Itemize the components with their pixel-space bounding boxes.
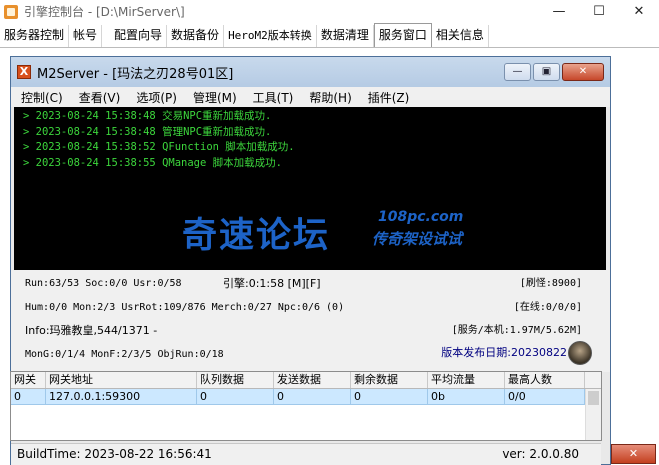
cell-queue-data: 0 bbox=[197, 389, 274, 404]
cell-max-players: 0/0 bbox=[505, 389, 585, 404]
table-row[interactable]: 0 127.0.0.1:59300 0 0 0 0b 0/0 bbox=[11, 389, 585, 405]
cell-gateway: 0 bbox=[11, 389, 46, 404]
release-date-value: 20230822 bbox=[511, 346, 567, 359]
gateway-table-header: 网关 网关地址 队列数据 发送数据 剩余数据 平均流量 最高人数 bbox=[11, 372, 601, 389]
engine-uptime: 引擎:0:1:58 [M][F] bbox=[223, 277, 321, 290]
tab-data-backup[interactable]: 数据备份 bbox=[167, 25, 225, 47]
status-run-line: Run:63/53 Soc:0/0 Usr:0/58 bbox=[25, 278, 182, 289]
tab-config-wizard[interactable]: 配置向导 bbox=[102, 25, 168, 47]
log-line: > 2023-08-24 15:38:48 管理NPC重新加载成功. bbox=[23, 125, 272, 138]
tab-data-clean[interactable]: 数据清理 bbox=[317, 25, 374, 47]
menu-options[interactable]: 选项(P) bbox=[128, 89, 185, 106]
menu-control[interactable]: 控制(C) bbox=[13, 89, 71, 106]
refresh-monster-count: [刷怪:8900] bbox=[519, 278, 582, 289]
watermark-slogan-text: 传奇架设试试 bbox=[372, 230, 463, 248]
m2-menu-bar: 控制(C) 查看(V) 选项(P) 管理(M) 工具(T) 帮助(H) 插件(Z… bbox=[11, 87, 610, 107]
avatar-icon bbox=[568, 341, 592, 365]
cell-gateway-address: 127.0.0.1:59300 bbox=[46, 389, 197, 404]
version-label: ver: 2.0.0.80 bbox=[502, 447, 579, 461]
cell-average-traffic: 0b bbox=[428, 389, 505, 404]
column-header-gateway[interactable]: 网关 bbox=[11, 372, 46, 388]
menu-manage[interactable]: 管理(M) bbox=[185, 89, 245, 106]
outer-tab-strip: 服务器控制 帐号 配置向导 数据备份 HeroM2版本转换 数据清理 服务窗口 … bbox=[0, 23, 659, 48]
scrollbar-thumb[interactable] bbox=[588, 391, 599, 405]
status-mong-line: MonG:0/1/4 MonF:2/3/5 ObjRun:0/18 bbox=[25, 349, 224, 360]
online-count: [在线:0/0/0] bbox=[513, 302, 582, 313]
tab-related-info[interactable]: 相关信息 bbox=[432, 25, 489, 47]
column-header-send-data[interactable]: 发送数据 bbox=[274, 372, 351, 388]
tab-service-window[interactable]: 服务窗口 bbox=[373, 23, 432, 47]
release-date-label: 版本发布日期: bbox=[441, 346, 511, 359]
tab-server-control[interactable]: 服务器控制 bbox=[0, 25, 70, 47]
maximize-button[interactable]: ☐ bbox=[579, 0, 619, 23]
release-date: 版本发布日期:20230822 bbox=[441, 346, 567, 360]
menu-view[interactable]: 查看(V) bbox=[71, 89, 129, 106]
outer-title-bar: 引擎控制台 - [D:\MirServer\] — ☐ ✕ bbox=[0, 0, 659, 23]
watermark-logo: 奇速论坛 108pc.com 传奇架设试试 bbox=[182, 207, 472, 265]
m2server-icon: X bbox=[17, 65, 31, 79]
log-line: > 2023-08-24 15:38:55 QManage 脚本加载成功. bbox=[23, 156, 282, 169]
m2server-title-bar: X M2Server - [玛法之刃28号01区] — ▣ ✕ bbox=[11, 57, 610, 87]
menu-plugins[interactable]: 插件(Z) bbox=[360, 89, 418, 106]
log-line: > 2023-08-24 15:38:48 交易NPC重新加载成功. bbox=[23, 110, 272, 122]
watermark-site-text: 108pc.com bbox=[378, 209, 464, 225]
column-header-average-traffic[interactable]: 平均流量 bbox=[428, 372, 505, 388]
minimize-button[interactable]: — bbox=[539, 0, 579, 23]
watermark-main-text: 奇速论坛 bbox=[182, 216, 331, 256]
build-time: BuildTime: 2023-08-22 16:56:41 bbox=[17, 447, 212, 461]
m2-status-bar: BuildTime: 2023-08-22 16:56:41 ver: 2.0.… bbox=[11, 443, 601, 465]
m2server-title: M2Server - [玛法之刃28号01区] bbox=[37, 66, 234, 82]
table-vertical-scrollbar[interactable] bbox=[585, 389, 601, 440]
m2-minimize-button[interactable]: — bbox=[504, 63, 531, 81]
cell-send-data: 0 bbox=[274, 389, 351, 404]
menu-help[interactable]: 帮助(H) bbox=[301, 89, 359, 106]
close-button[interactable]: ✕ bbox=[619, 0, 659, 23]
tab-herom2-convert[interactable]: HeroM2版本转换 bbox=[224, 25, 317, 47]
app-icon bbox=[4, 4, 18, 19]
gateway-table[interactable]: 网关 网关地址 队列数据 发送数据 剩余数据 平均流量 最高人数 0 127.0… bbox=[10, 371, 602, 441]
m2-close-button[interactable]: ✕ bbox=[562, 63, 604, 81]
cell-remaining-data: 0 bbox=[351, 389, 428, 404]
log-console[interactable]: > 2023-08-24 15:38:48 交易NPC重新加载成功. > 202… bbox=[14, 107, 606, 270]
status-hum-line: Hum:0/0 Mon:2/3 UsrRot:109/876 Merch:0/2… bbox=[25, 302, 345, 313]
background-window-close-button[interactable]: ✕ bbox=[611, 444, 656, 464]
server-status-panel: Run:63/53 Soc:0/0 Usr:0/58 引擎:0:1:58 [M]… bbox=[11, 270, 610, 372]
menu-tools[interactable]: 工具(T) bbox=[245, 89, 302, 106]
log-line: > 2023-08-24 15:38:52 QFunction 脚本加载成功. bbox=[23, 141, 295, 153]
tab-account[interactable]: 帐号 bbox=[69, 25, 103, 47]
column-header-remaining-data[interactable]: 剩余数据 bbox=[351, 372, 428, 388]
column-header-queue-data[interactable]: 队列数据 bbox=[197, 372, 274, 388]
status-info-line: Info:玛雅教皇,544/1371 - bbox=[25, 324, 158, 337]
column-header-max-players[interactable]: 最高人数 bbox=[505, 372, 585, 388]
service-bandwidth: [服务/本机:1.97M/5.62M] bbox=[451, 325, 582, 336]
outer-window-title: 引擎控制台 - [D:\MirServer\] bbox=[24, 5, 185, 19]
m2-maximize-button[interactable]: ▣ bbox=[533, 63, 560, 81]
column-header-gateway-address[interactable]: 网关地址 bbox=[46, 372, 197, 388]
